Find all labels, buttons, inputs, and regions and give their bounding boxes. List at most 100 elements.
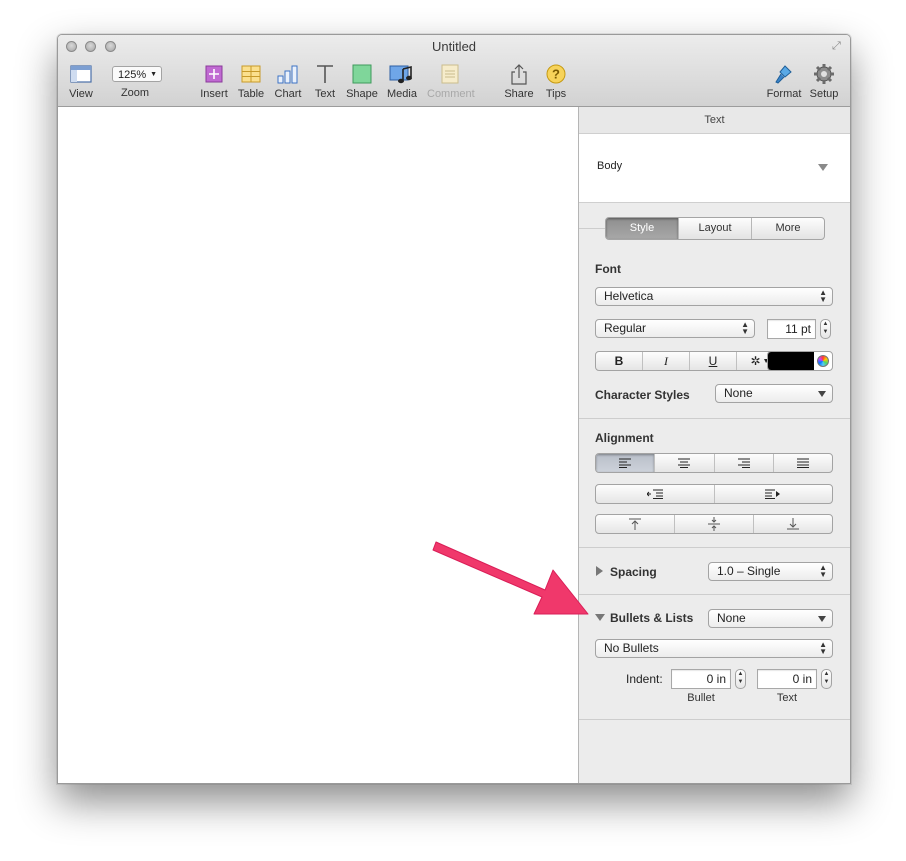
- tab-style[interactable]: Style: [606, 218, 678, 239]
- bullets-disclosure-icon[interactable]: [595, 614, 605, 621]
- tips-button[interactable]: ? Tips: [533, 63, 579, 100]
- indent-buttons: [595, 484, 833, 504]
- paintbrush-icon: [775, 65, 792, 84]
- titlebar: Untitled ⤢ View 125% ▼ Zoom Insert Table…: [58, 35, 850, 107]
- media-label: Media: [387, 88, 417, 100]
- bullets-lists-value: None: [717, 611, 746, 625]
- alignment-section-label: Alignment: [595, 431, 654, 445]
- tips-label: Tips: [545, 88, 567, 100]
- chart-icon: [277, 65, 298, 84]
- svg-text:?: ?: [552, 67, 560, 82]
- gear-icon: [814, 64, 834, 84]
- fullscreen-icon[interactable]: ⤢: [832, 40, 844, 52]
- font-size-stepper[interactable]: ▲ ▼: [820, 319, 831, 339]
- align-center-icon: [678, 458, 691, 468]
- text-indent-caption: Text: [776, 692, 798, 704]
- inspector-tabs: Style Layout More: [605, 217, 825, 240]
- text-indent-field[interactable]: 0 in: [757, 669, 817, 689]
- updown-icon: ▲ ▼: [819, 288, 827, 304]
- disclosure-down-icon: [818, 164, 828, 171]
- align-center-button[interactable]: [654, 454, 713, 472]
- table-icon: [241, 65, 261, 83]
- bullets-lists-popup[interactable]: None: [708, 609, 833, 628]
- view-icon: [70, 65, 92, 83]
- bold-button[interactable]: B: [596, 352, 642, 370]
- text-color-well[interactable]: [767, 351, 833, 371]
- spacing-disclosure-icon[interactable]: [596, 566, 603, 576]
- typeface-value: Regular: [604, 321, 647, 335]
- media-icon: [389, 65, 412, 84]
- decrease-indent-button[interactable]: [596, 485, 714, 503]
- comment-label: Comment: [427, 88, 475, 100]
- shape-icon: [352, 64, 372, 84]
- divider: [579, 719, 850, 720]
- align-middle-button[interactable]: [674, 515, 753, 533]
- view-button[interactable]: View: [58, 63, 104, 100]
- divider: [579, 228, 605, 229]
- spacing-popup[interactable]: 1.0 – Single ▲ ▼: [708, 562, 833, 581]
- chevron-down-icon: ▼: [150, 71, 157, 78]
- inspector-header: Text: [579, 107, 850, 134]
- format-inspector: Text Body Style Layout More Font Helveti…: [579, 107, 850, 783]
- media-button[interactable]: Media: [379, 63, 425, 100]
- align-left-button[interactable]: [596, 454, 655, 472]
- divider: [579, 594, 850, 595]
- text-style-buttons: B I U ✲▼: [595, 351, 784, 371]
- align-right-icon: [737, 458, 750, 468]
- updown-icon: ▲ ▼: [819, 563, 827, 579]
- paragraph-style-selector[interactable]: Body: [579, 134, 850, 203]
- text-icon: [317, 65, 333, 83]
- chevron-down-icon: [818, 391, 826, 397]
- font-section-label: Font: [595, 262, 621, 276]
- align-right-button[interactable]: [713, 454, 773, 472]
- increase-indent-icon: [765, 489, 781, 499]
- align-left-icon: [619, 458, 632, 468]
- typeface-popup[interactable]: Regular ▲ ▼: [595, 319, 755, 338]
- paragraph-style-label: Body: [597, 160, 623, 172]
- text-indent-stepper[interactable]: ▲ ▼: [821, 669, 832, 689]
- updown-icon: ▲ ▼: [741, 320, 749, 336]
- bullet-indent-field[interactable]: 0 in: [671, 669, 731, 689]
- spacing-value: 1.0 – Single: [717, 564, 781, 578]
- color-wheel-icon[interactable]: [817, 355, 829, 367]
- comment-icon: [441, 64, 459, 84]
- decrease-indent-icon: [646, 489, 663, 499]
- justify-button[interactable]: [772, 454, 832, 472]
- align-bottom-button[interactable]: [753, 515, 832, 533]
- divider: [579, 547, 850, 548]
- window-title: Untitled: [431, 39, 477, 54]
- updown-icon: ▲ ▼: [819, 640, 827, 656]
- question-mark-icon: ?: [546, 64, 566, 84]
- setup-button[interactable]: Setup: [801, 63, 847, 100]
- align-bottom-icon: [787, 518, 799, 530]
- alignment-buttons: [595, 453, 833, 473]
- zoom-control[interactable]: 125% ▼ Zoom: [112, 63, 162, 99]
- increase-indent-button[interactable]: [713, 485, 833, 503]
- text-color-swatch: [768, 352, 814, 370]
- document-canvas[interactable]: [58, 107, 579, 783]
- font-family-popup[interactable]: Helvetica ▲ ▼: [595, 287, 833, 306]
- tab-more[interactable]: More: [751, 218, 824, 239]
- pages-window: Untitled ⤢ View 125% ▼ Zoom Insert Table…: [57, 34, 851, 784]
- view-label: View: [69, 88, 93, 100]
- character-styles-popup[interactable]: None: [715, 384, 833, 403]
- bullet-indent-caption: Bullet: [687, 692, 715, 704]
- bullet-type-popup[interactable]: No Bullets ▲ ▼: [595, 639, 833, 658]
- align-top-icon: [629, 518, 641, 530]
- comment-button[interactable]: Comment: [427, 63, 475, 100]
- underline-button[interactable]: U: [689, 352, 736, 370]
- align-middle-icon: [708, 517, 720, 531]
- align-top-button[interactable]: [596, 515, 674, 533]
- character-styles-value: None: [724, 386, 753, 400]
- italic-button[interactable]: I: [642, 352, 689, 370]
- tab-layout[interactable]: Layout: [678, 218, 751, 239]
- insert-icon: [205, 65, 223, 83]
- indent-label: Indent:: [626, 672, 663, 686]
- font-size-field[interactable]: 11 pt: [767, 319, 816, 339]
- zoom-popup[interactable]: 125% ▼: [112, 66, 162, 82]
- bullet-indent-stepper[interactable]: ▲ ▼: [735, 669, 746, 689]
- character-styles-label: Character Styles: [595, 388, 690, 402]
- spacing-label: Spacing: [610, 565, 657, 579]
- setup-label: Setup: [809, 88, 839, 100]
- font-family-value: Helvetica: [604, 289, 654, 303]
